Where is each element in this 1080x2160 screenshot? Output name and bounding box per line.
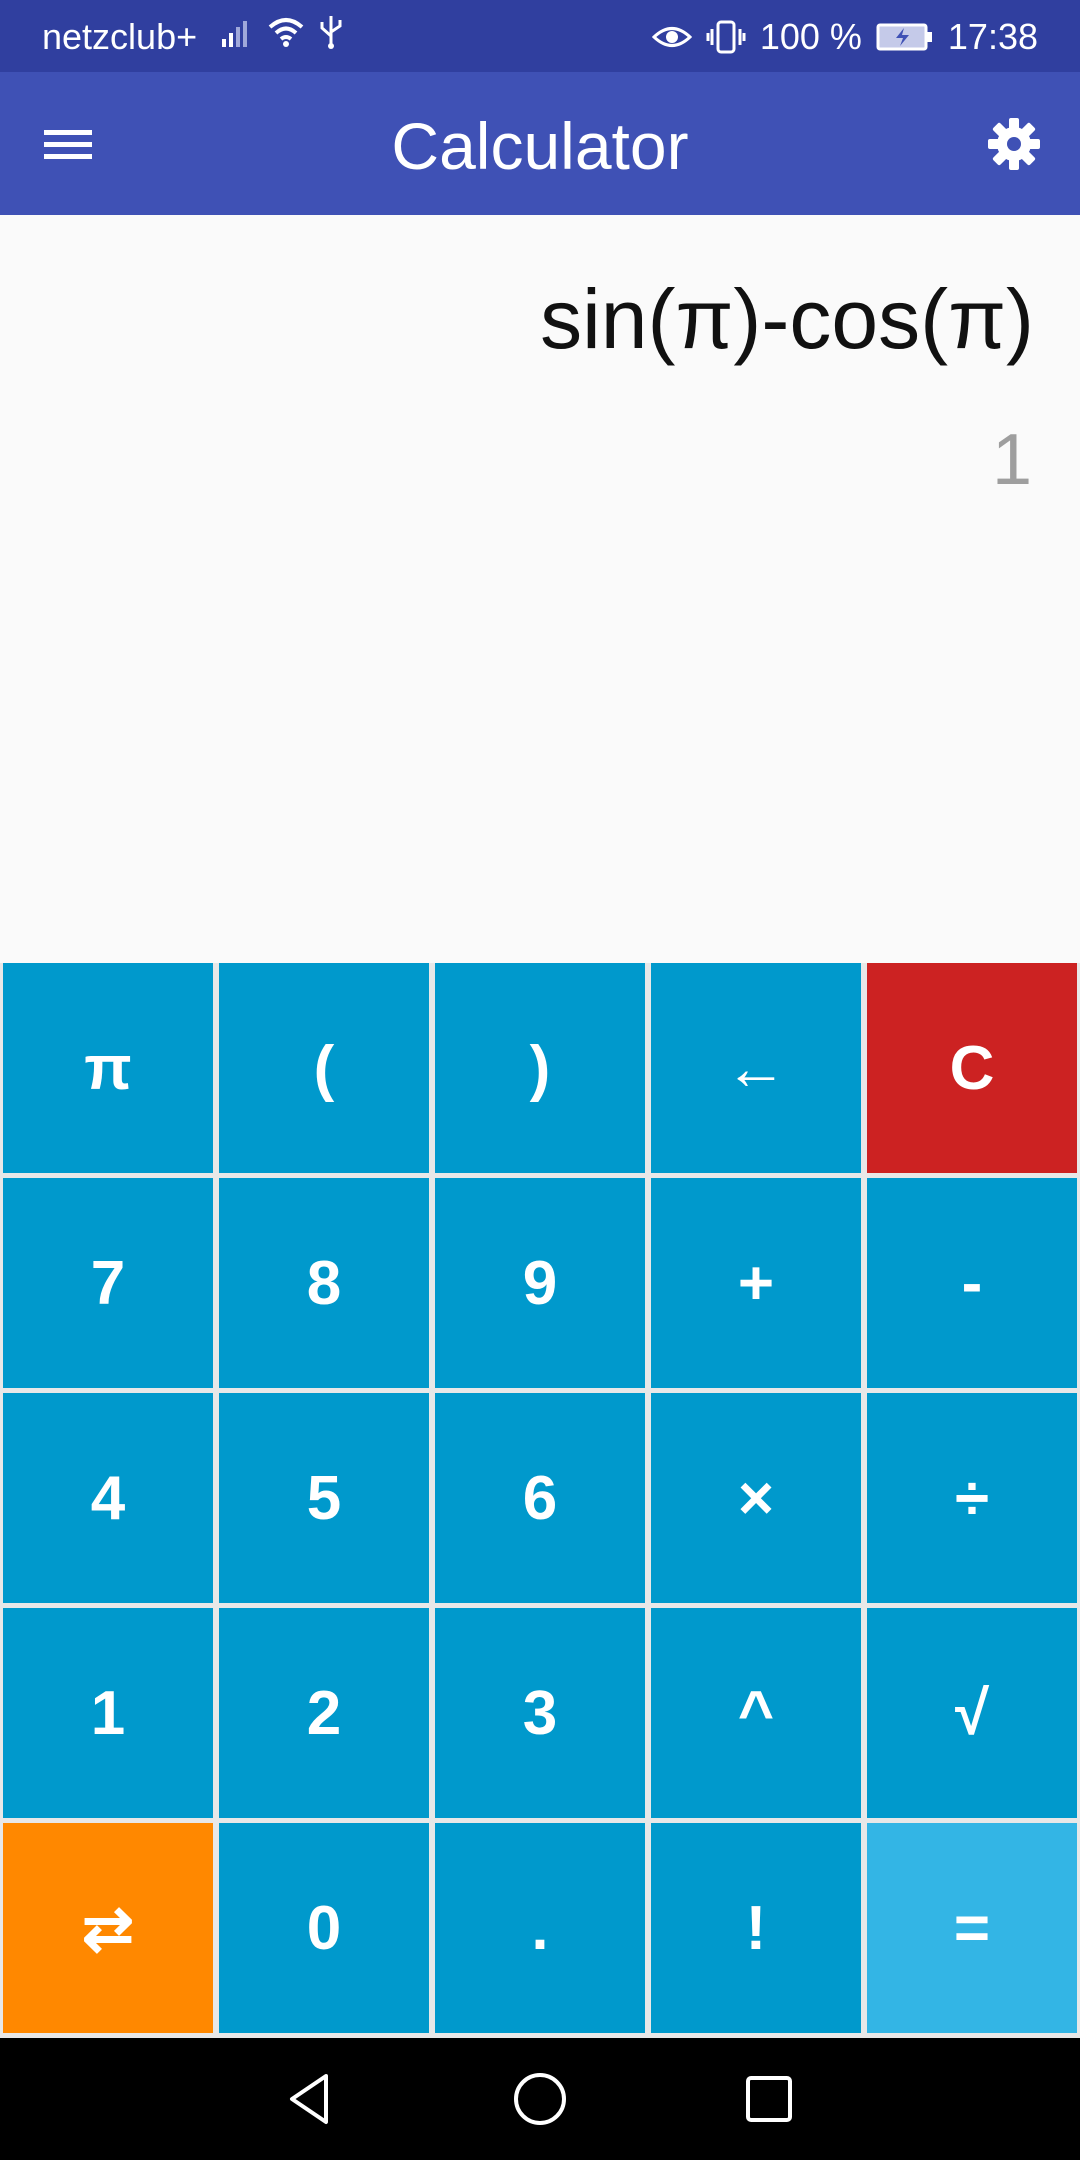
carrier-name: netzclub+ bbox=[42, 16, 198, 57]
key-7[interactable]: 7 bbox=[3, 1178, 213, 1388]
recents-button[interactable] bbox=[738, 2068, 800, 2130]
home-circle-icon bbox=[514, 2073, 566, 2125]
gear-icon bbox=[988, 118, 1040, 170]
key-3[interactable]: 3 bbox=[435, 1608, 645, 1818]
wifi-icon bbox=[268, 18, 304, 47]
key-divide[interactable]: ÷ bbox=[867, 1393, 1077, 1603]
back-triangle-icon bbox=[290, 2074, 328, 2124]
system-nav-bar bbox=[0, 2038, 1080, 2160]
page-title: Calculator bbox=[391, 109, 689, 183]
app-bar: Calculator bbox=[0, 72, 1080, 215]
key-equals[interactable]: = bbox=[867, 1823, 1077, 2033]
calculator-display: sin(π)-cos(π) 1 bbox=[0, 215, 1080, 963]
key-2[interactable]: 2 bbox=[219, 1608, 429, 1818]
back-button[interactable] bbox=[278, 2068, 340, 2130]
key-1[interactable]: 1 bbox=[3, 1608, 213, 1818]
clock: 17:38 bbox=[947, 16, 1038, 57]
key-close-paren[interactable]: ) bbox=[435, 963, 645, 1173]
key-6[interactable]: 6 bbox=[435, 1393, 645, 1603]
key-open-paren[interactable]: ( bbox=[219, 963, 429, 1173]
key-pi[interactable]: π bbox=[3, 963, 213, 1173]
key-5[interactable]: 5 bbox=[219, 1393, 429, 1603]
key-sqrt[interactable]: √ bbox=[867, 1608, 1077, 1818]
usb-icon bbox=[320, 16, 342, 49]
result-text: 1 bbox=[991, 420, 1032, 500]
expression-text[interactable]: sin(π)-cos(π) bbox=[540, 271, 1034, 368]
eye-icon bbox=[651, 27, 692, 47]
home-button[interactable] bbox=[509, 2068, 571, 2130]
key-8[interactable]: 8 bbox=[219, 1178, 429, 1388]
signal-icon bbox=[222, 21, 247, 47]
key-plus[interactable]: + bbox=[651, 1178, 861, 1388]
battery-percentage: 100 % bbox=[759, 16, 862, 57]
keypad: π ( ) ← C 7 8 9 + - 4 5 6 × ÷ 1 2 3 ^ √ … bbox=[0, 963, 1080, 2038]
status-left-icons bbox=[220, 14, 344, 50]
key-minus[interactable]: - bbox=[867, 1178, 1077, 1388]
status-right-group: 100 % 17:38 bbox=[651, 16, 1038, 58]
key-swap[interactable]: ⇄ bbox=[3, 1823, 213, 2033]
settings-button[interactable] bbox=[984, 114, 1044, 174]
key-4[interactable]: 4 bbox=[3, 1393, 213, 1603]
key-9[interactable]: 9 bbox=[435, 1178, 645, 1388]
key-power[interactable]: ^ bbox=[651, 1608, 861, 1818]
key-backspace[interactable]: ← bbox=[651, 963, 861, 1173]
key-clear[interactable]: C bbox=[867, 963, 1077, 1173]
vibrate-icon bbox=[706, 20, 746, 54]
key-0[interactable]: 0 bbox=[219, 1823, 429, 2033]
key-factorial[interactable]: ! bbox=[651, 1823, 861, 2033]
recents-square-icon bbox=[746, 2076, 792, 2122]
battery-charging-icon bbox=[876, 23, 932, 51]
key-decimal[interactable]: . bbox=[435, 1823, 645, 2033]
key-multiply[interactable]: × bbox=[651, 1393, 861, 1603]
status-bar: netzclub+ 100 % 17:38 bbox=[0, 0, 1080, 72]
